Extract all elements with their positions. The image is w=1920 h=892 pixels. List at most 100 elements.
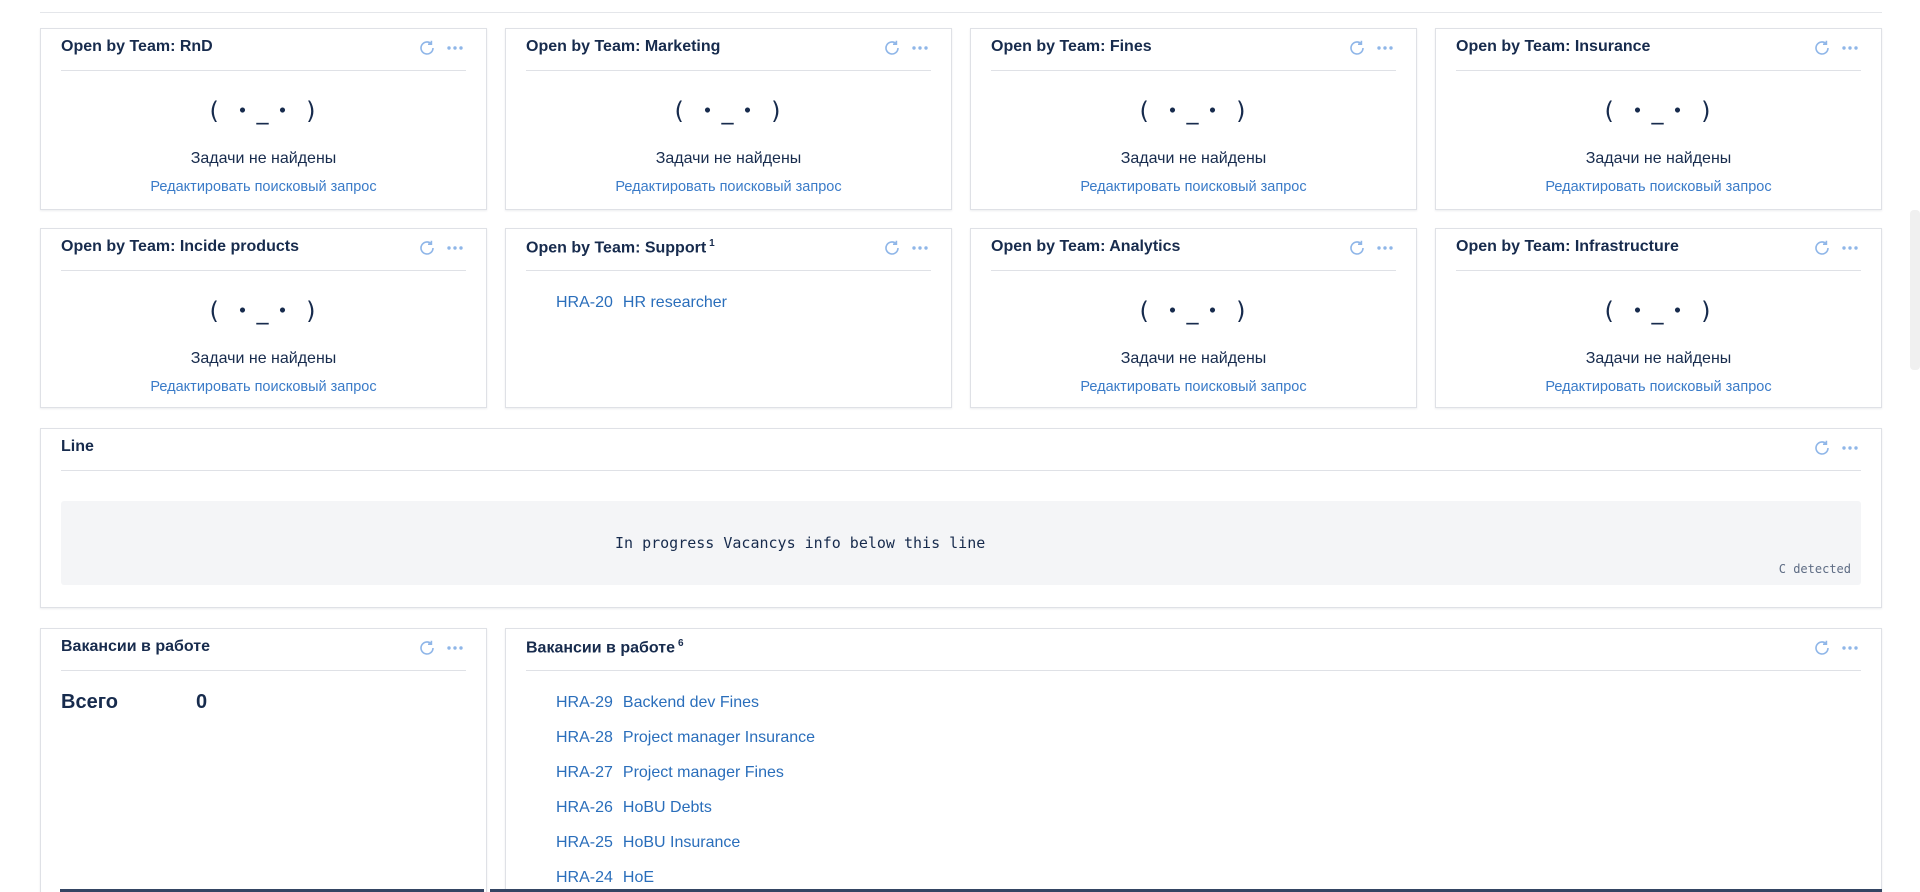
edit-query-link[interactable]: Редактировать поисковый запрос [971,379,1416,395]
empty-state-message: Задачи не найдены [1585,150,1732,167]
list-item[interactable]: HRA-27 Project manager Fines [556,755,815,790]
issue-key-link[interactable]: HRA-25 [556,834,613,852]
refresh-icon[interactable] [1811,637,1833,659]
edit-query-link[interactable]: Редактировать поисковый запрос [41,179,486,195]
issue-key-link[interactable]: HRA-27 [556,764,613,782]
widget-header: Open by Team: Infrastructure [1456,229,1861,271]
more-icon[interactable] [444,637,466,659]
widget-vacancies-list: Вакансии в работе 6 HRA-29 Backend dev Fin… [505,628,1882,892]
widget-title: Open by Team: Infrastructure [1456,238,1679,255]
empty-state-message: Задачи не найдены [1120,350,1267,367]
widget-open-analytics: Open by Team: Analytics ( ・_・ ) Задачи н… [970,228,1417,408]
code-block: In progress Vacancys info below this lin… [61,501,1861,585]
more-icon[interactable] [444,37,466,59]
page-scrollbar[interactable] [1910,210,1920,370]
issue-summary-link[interactable]: Project manager Fines [623,764,784,782]
issue-list: HRA-29 Backend dev Fines HRA-28 Project ma… [556,685,815,892]
issue-key-link[interactable]: HRA-20 [556,294,613,312]
total-value: 0 [196,691,208,713]
issue-key-link[interactable]: HRA-26 [556,799,613,817]
widget-title: Line [61,438,94,455]
empty-state-message: Задачи не найдены [655,150,802,167]
more-icon[interactable] [444,237,466,259]
issue-key-link[interactable]: HRA-24 [556,869,613,887]
edit-query-link[interactable]: Редактировать поисковый запрос [1436,179,1881,195]
refresh-icon[interactable] [1346,37,1368,59]
empty-state-face: ( ・_・ ) [1139,297,1248,325]
widget-header: Open by Team: Insurance [1456,29,1861,71]
empty-state-face: ( ・_・ ) [1604,297,1713,325]
widget-tools [416,37,466,59]
refresh-icon[interactable] [881,237,903,259]
widget-open-infrastructure: Open by Team: Infrastructure ( ・_・ ) Зад… [1435,228,1882,408]
widget-header: Open by Team: Support 1 [526,229,931,271]
list-item[interactable]: HRA-25 HoBU Insurance [556,825,815,860]
widget-title: Open by Team: Analytics [991,238,1181,255]
more-icon[interactable] [909,37,931,59]
refresh-icon[interactable] [1811,237,1833,259]
refresh-icon[interactable] [1811,437,1833,459]
list-item[interactable]: HRA-20 HR researcher [556,285,727,320]
more-icon[interactable] [1374,37,1396,59]
refresh-icon[interactable] [1346,237,1368,259]
issue-key-link[interactable]: HRA-28 [556,729,613,747]
widget-title: Open by Team: Insurance [1456,38,1651,55]
widget-header: Open by Team: Marketing [526,29,931,71]
refresh-icon[interactable] [1811,37,1833,59]
list-item[interactable]: HRA-29 Backend dev Fines [556,685,815,720]
edit-query-link[interactable]: Редактировать поисковый запрос [506,179,951,195]
widget-tools [881,237,931,259]
issue-summary-link[interactable]: HoE [623,869,654,887]
issue-key-link[interactable]: HRA-29 [556,694,613,712]
widget-tools [1811,237,1861,259]
empty-state-face: ( ・_・ ) [674,97,783,125]
empty-state-message: Задачи не найдены [1585,350,1732,367]
widget-header: Вакансии в работе 6 [526,629,1861,671]
widget-open-incide-products: Open by Team: Incide products ( ・_・ ) За… [40,228,487,408]
refresh-icon[interactable] [416,37,438,59]
edit-query-link[interactable]: Редактировать поисковый запрос [1436,379,1881,395]
edit-query-link[interactable]: Редактировать поисковый запрос [41,379,486,395]
more-icon[interactable] [909,237,931,259]
widget-tools [1811,637,1861,659]
issue-summary-link[interactable]: HoBU Insurance [623,834,740,852]
total-stat: Всего 0 [61,691,207,714]
widget-title: Open by Team: Incide products [61,238,299,255]
issue-summary-link[interactable]: Backend dev Fines [623,694,759,712]
issue-count: 6 [677,638,684,649]
issue-summary-link[interactable]: HoBU Debts [623,799,712,817]
list-item[interactable]: HRA-26 HoBU Debts [556,790,815,825]
more-icon[interactable] [1839,237,1861,259]
more-icon[interactable] [1839,437,1861,459]
widget-header: Open by Team: Fines [991,29,1396,71]
widget-title: Вакансии в работе [61,638,210,655]
list-item[interactable]: HRA-24 HoE [556,860,815,892]
refresh-icon[interactable] [416,237,438,259]
empty-state-message: Задачи не найдены [190,150,337,167]
widget-header: Вакансии в работе [61,629,466,671]
more-icon[interactable] [1374,237,1396,259]
widget-header: Open by Team: Analytics [991,229,1396,271]
issue-summary-link[interactable]: Project manager Insurance [623,729,815,747]
widget-open-insurance: Open by Team: Insurance ( ・_・ ) Задачи н… [1435,28,1882,210]
code-language-label: C detected [1778,562,1851,576]
widget-line: Line In progress Vacancys info below thi… [40,428,1882,608]
issue-summary-link[interactable]: HR researcher [623,294,727,312]
refresh-icon[interactable] [416,637,438,659]
widget-tools [1346,37,1396,59]
empty-state-face: ( ・_・ ) [209,97,318,125]
widget-open-support: Open by Team: Support 1 HRA-20 HR researc… [505,228,952,408]
widget-tools [1811,437,1861,459]
widget-title-text: Open by Team: Support [526,239,707,257]
more-icon[interactable] [1839,37,1861,59]
issue-list: HRA-20 HR researcher [556,285,727,320]
widget-vacancies-stats: Вакансии в работе Всего 0 [40,628,487,892]
edit-query-link[interactable]: Редактировать поисковый запрос [971,179,1416,195]
widget-title: Open by Team: Marketing [526,38,721,55]
refresh-icon[interactable] [881,37,903,59]
empty-state-face: ( ・_・ ) [1604,97,1713,125]
more-icon[interactable] [1839,637,1861,659]
widget-title-text: Вакансии в работе [526,639,675,657]
list-item[interactable]: HRA-28 Project manager Insurance [556,720,815,755]
issue-count: 1 [709,238,715,249]
